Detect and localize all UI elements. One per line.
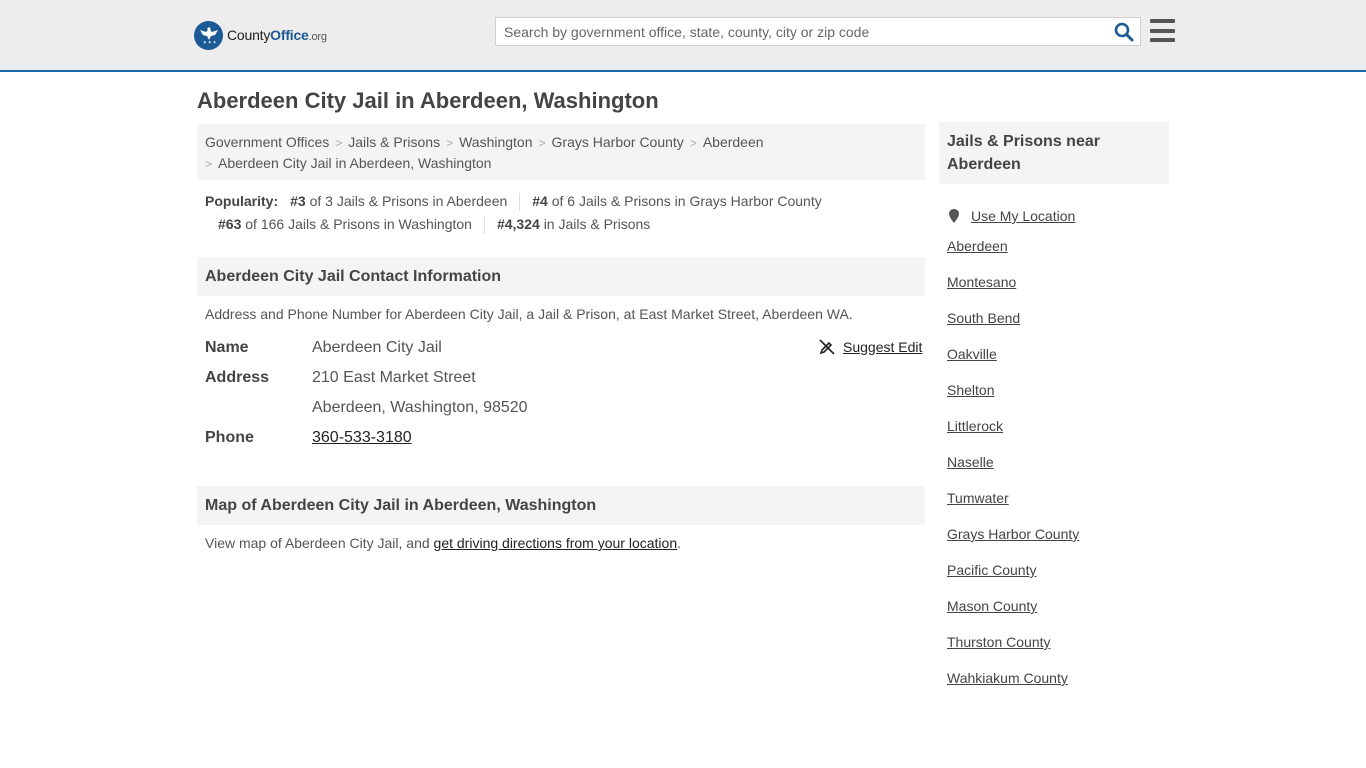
breadcrumb: Government Offices > Jails & Prisons > Washi… <box>197 124 925 180</box>
popularity-rankings: Popularity: #3 of 3 Jails & Prisons in A… <box>205 190 925 236</box>
nearby-link-tumwater[interactable]: Tumwater <box>947 490 1009 506</box>
nearby-link-south-bend[interactable]: South Bend <box>947 310 1020 326</box>
address-line2: Aberdeen, Washington, 98520 <box>312 399 528 416</box>
sidebar-heading: Jails & Prisons near Aberdeen <box>939 122 1169 184</box>
popularity-rank-national: #4,324 in Jails & Prisons <box>496 216 651 232</box>
breadcrumb-grays-harbor-county[interactable]: Grays Harbor County <box>552 134 684 150</box>
name-value: Aberdeen City Jail <box>312 339 442 356</box>
breadcrumb-jails-prisons[interactable]: Jails & Prisons <box>348 134 440 150</box>
nearby-link-pacific-county[interactable]: Pacific County <box>947 562 1036 578</box>
breadcrumb-separator: > <box>446 136 454 150</box>
nearby-link-grays-harbor-county[interactable]: Grays Harbor County <box>947 526 1079 542</box>
breadcrumb-separator: > <box>205 157 213 171</box>
suggest-edit[interactable]: Suggest Edit <box>819 339 922 355</box>
site-header: ★ ★ ★ CountyOffice.org <box>0 0 1366 72</box>
location-pin-icon <box>949 209 959 223</box>
edit-off-icon <box>819 339 835 355</box>
site-logo[interactable]: ★ ★ ★ CountyOffice.org <box>194 20 327 50</box>
popularity-rank-county: #4 of 6 Jails & Prisons in Grays Harbor … <box>532 193 822 209</box>
map-section-heading: Map of Aberdeen City Jail in Aberdeen, W… <box>197 486 925 525</box>
search-icon[interactable] <box>1114 22 1134 42</box>
divider <box>519 192 521 211</box>
breadcrumb-separator: > <box>538 136 546 150</box>
address-line1: 210 East Market Street <box>312 369 476 386</box>
use-my-location-link[interactable]: Use My Location <box>971 204 1075 228</box>
map-description: View map of Aberdeen City Jail, and get … <box>205 535 681 551</box>
nearby-link-naselle[interactable]: Naselle <box>947 454 994 470</box>
breadcrumb-aberdeen[interactable]: Aberdeen <box>703 134 764 150</box>
search-box <box>495 17 1141 46</box>
contact-description: Address and Phone Number for Aberdeen Ci… <box>205 306 853 322</box>
phone-link[interactable]: 360-533-3180 <box>312 429 412 446</box>
nearby-link-montesano[interactable]: Montesano <box>947 274 1016 290</box>
breadcrumb-separator: > <box>335 136 343 150</box>
svg-text:★ ★ ★: ★ ★ ★ <box>203 40 217 45</box>
logo-wordmark: CountyOffice.org <box>227 27 327 43</box>
nearby-list: Use My Location Aberdeen Montesano South… <box>947 198 1169 702</box>
eagle-seal-icon: ★ ★ ★ <box>194 20 223 50</box>
breadcrumb-separator: > <box>689 136 697 150</box>
phone-label: Phone <box>205 429 254 446</box>
hamburger-menu-icon[interactable] <box>1150 19 1175 42</box>
driving-directions-link[interactable]: get driving directions from your locatio… <box>434 535 678 551</box>
name-label: Name <box>205 339 249 356</box>
breadcrumb-washington[interactable]: Washington <box>459 134 532 150</box>
divider <box>483 215 485 234</box>
suggest-edit-link[interactable]: Suggest Edit <box>843 339 922 355</box>
page-title: Aberdeen City Jail in Aberdeen, Washingt… <box>197 88 659 113</box>
popularity-rank-city: #3 of 3 Jails & Prisons in Aberdeen <box>290 193 508 209</box>
breadcrumb-current: Aberdeen City Jail in Aberdeen, Washingt… <box>218 155 492 171</box>
nearby-link-thurston-county[interactable]: Thurston County <box>947 634 1051 650</box>
nearby-link-littlerock[interactable]: Littlerock <box>947 418 1003 434</box>
popularity-rank-state: #63 of 166 Jails & Prisons in Washington <box>218 216 472 232</box>
popularity-label: Popularity: <box>205 193 279 209</box>
nearby-link-wahkiakum-county[interactable]: Wahkiakum County <box>947 670 1068 686</box>
nearby-link-shelton[interactable]: Shelton <box>947 382 994 398</box>
search-input[interactable] <box>496 18 1096 45</box>
address-label: Address <box>205 369 270 386</box>
breadcrumb-government-offices[interactable]: Government Offices <box>205 134 329 150</box>
contact-section-heading: Aberdeen City Jail Contact Information <box>197 257 925 296</box>
use-my-location[interactable]: Use My Location <box>947 198 1169 234</box>
nearby-link-aberdeen[interactable]: Aberdeen <box>947 238 1008 254</box>
nearby-link-oakville[interactable]: Oakville <box>947 346 997 362</box>
nearby-link-mason-county[interactable]: Mason County <box>947 598 1037 614</box>
